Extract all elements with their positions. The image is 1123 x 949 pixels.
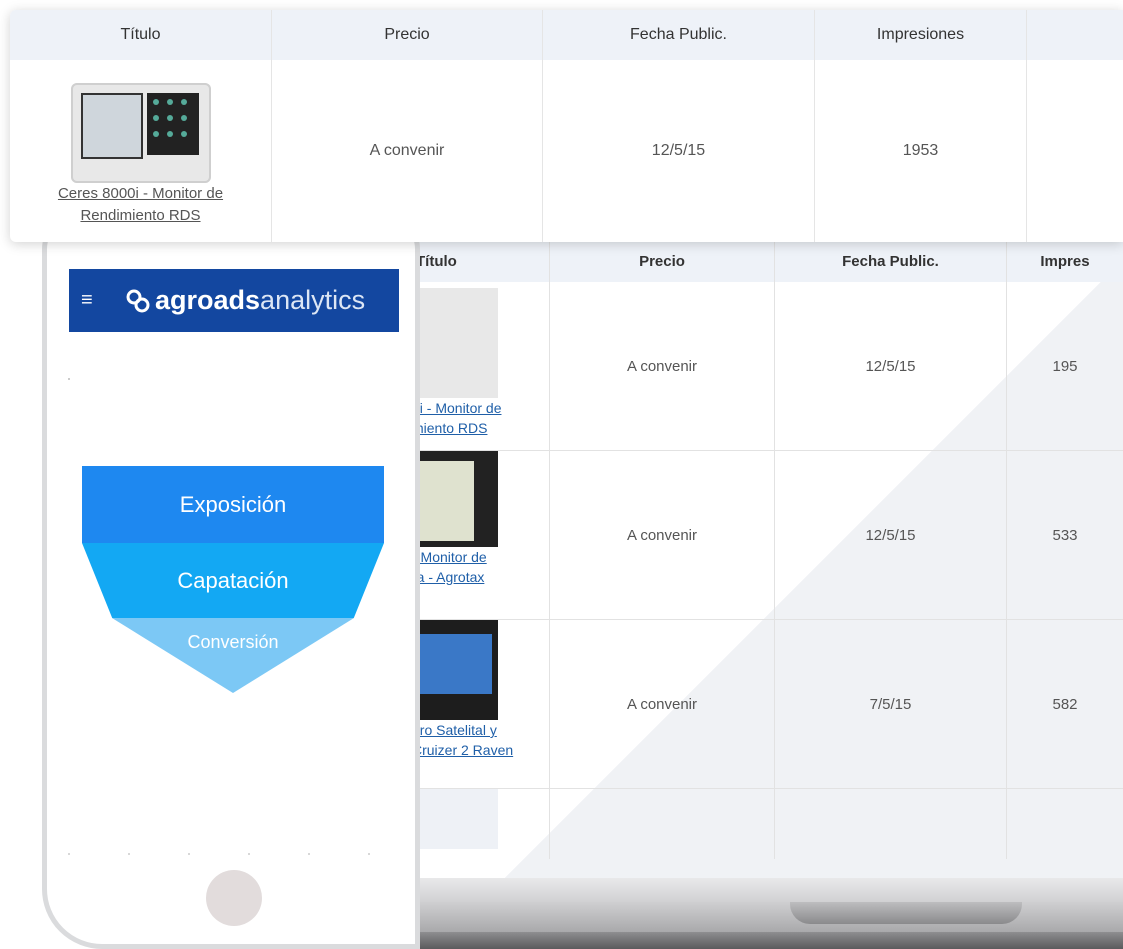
listing-link-cont[interactable]: Cruizer 2 Raven	[412, 740, 513, 760]
impressions-cell: 195	[1052, 357, 1078, 375]
laptop-bottom-edge	[300, 932, 1123, 949]
date-cell: 12/5/15	[775, 451, 1007, 619]
table-row	[300, 789, 1123, 859]
listing-link-cont[interactable]: miento RDS	[412, 418, 487, 438]
listings-table: Título Precio Fecha Public. Impres 0i - …	[300, 240, 1123, 859]
funnel-stage-conversion[interactable]: Conversión	[112, 618, 354, 693]
listing-link-cont[interactable]: Rendimiento RDS	[80, 205, 200, 227]
laptop-hinge	[300, 878, 1123, 902]
header-fecha[interactable]: Fecha Public.	[775, 240, 1007, 282]
app-header: ≡ agroads analytics	[69, 269, 399, 332]
brand-name-light: analytics	[260, 285, 366, 315]
impressions-cell: 533	[1052, 526, 1078, 544]
product-thumbnail[interactable]	[70, 83, 211, 183]
agroads-logo-icon	[126, 289, 150, 312]
listing-link[interactable]: 0i - Monitor de	[412, 398, 501, 418]
funnel-stage-exposicion[interactable]: Exposición	[82, 466, 384, 543]
brand-name-bold: agroads	[155, 285, 261, 315]
listing-link[interactable]: ero Satelital y	[412, 720, 497, 740]
header-impresiones[interactable]: Impres	[1007, 240, 1123, 282]
card-header-titulo[interactable]: Título	[10, 10, 272, 60]
card-title-cell: Ceres 8000i - Monitor de Rendimiento RDS	[10, 60, 272, 242]
price-cell: A convenir	[550, 451, 775, 619]
separator-dot	[68, 378, 70, 380]
laptop-notch	[790, 902, 1022, 924]
hamburger-menu-icon[interactable]: ≡	[81, 289, 105, 312]
card-date-cell: 12/5/15	[543, 60, 815, 242]
price-cell: A convenir	[550, 620, 775, 788]
phone-home-button[interactable]	[206, 870, 262, 926]
impressions-cell: 582	[1052, 695, 1078, 713]
product-thumbnail[interactable]	[412, 451, 498, 547]
card-header-precio[interactable]: Precio	[272, 10, 543, 60]
card-header-impresiones[interactable]: Impresiones	[815, 10, 1027, 60]
card-header-fecha[interactable]: Fecha Public.	[543, 10, 815, 60]
listing-link[interactable]: Ceres 8000i - Monitor de	[58, 183, 223, 205]
impressions-cell	[1007, 789, 1123, 859]
product-thumbnail[interactable]	[412, 789, 498, 849]
price-cell: A convenir	[550, 282, 775, 450]
table-row: - Monitor de ra - Agrotax A convenir 12/…	[300, 451, 1123, 620]
date-cell: 7/5/15	[775, 620, 1007, 788]
table-header: Título Precio Fecha Public. Impres	[300, 240, 1123, 282]
listing-link[interactable]: - Monitor de	[412, 547, 487, 567]
product-thumbnail[interactable]	[412, 620, 498, 720]
table-row: 0i - Monitor de miento RDS A convenir 12…	[300, 282, 1123, 451]
date-cell	[775, 789, 1007, 859]
header-precio[interactable]: Precio	[550, 240, 775, 282]
phone-divider	[68, 853, 398, 855]
card-price-cell: A convenir	[272, 60, 543, 242]
card-extra-cell	[1027, 60, 1123, 242]
product-thumbnail[interactable]	[412, 288, 498, 398]
price-cell	[550, 789, 775, 859]
card-row: Ceres 8000i - Monitor de Rendimiento RDS…	[10, 60, 1123, 242]
card-impressions-cell: 1953	[815, 60, 1027, 242]
funnel-stage-capatacion[interactable]: Capatación	[82, 543, 384, 618]
card-header-extra	[1027, 10, 1123, 60]
table-row: ero Satelital y Cruizer 2 Raven A conven…	[300, 620, 1123, 789]
conversion-funnel: Exposición Capatación Conversión	[82, 466, 384, 696]
brand-logo: agroads analytics	[125, 285, 365, 316]
card-header: Título Precio Fecha Public. Impresiones	[10, 10, 1123, 60]
floating-listing-card: Título Precio Fecha Public. Impresiones …	[10, 10, 1123, 242]
listing-link-cont[interactable]: ra - Agrotax	[412, 567, 484, 587]
date-cell: 12/5/15	[775, 282, 1007, 450]
